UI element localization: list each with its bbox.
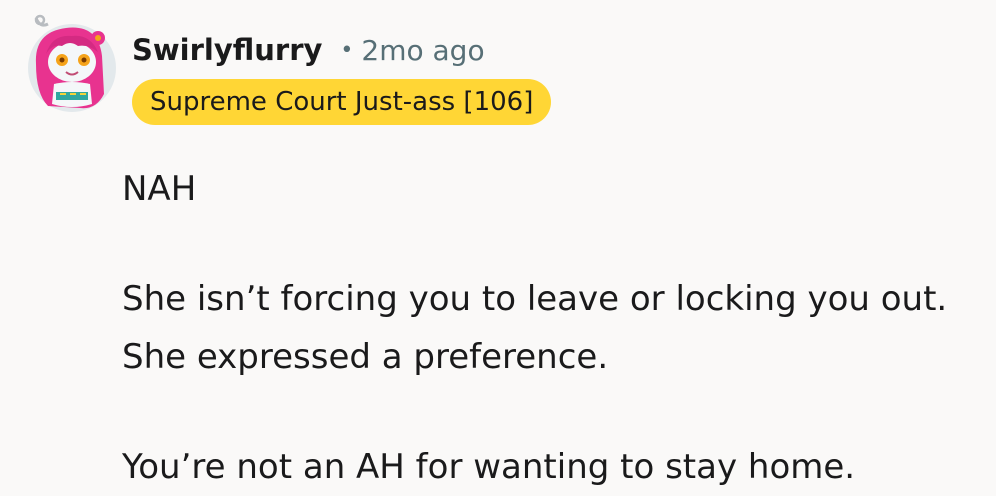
meta-separator: • <box>340 37 354 63</box>
comment-meta: Swirlyflurry • 2mo ago <box>132 28 485 72</box>
timestamp-link[interactable]: 2mo ago <box>361 34 484 67</box>
comment-body: NAH She isn’t forcing you to leave or lo… <box>122 160 972 496</box>
user-flair-badge: Supreme Court Just-ass [106] <box>132 79 552 125</box>
comment-paragraph: NAH <box>122 169 197 209</box>
comment-paragraph: She isn’t forcing you to leave or lockin… <box>122 279 948 377</box>
snoo-avatar-icon[interactable] <box>26 14 118 112</box>
comment: Swirlyflurry • 2mo ago Supreme Court Jus… <box>0 0 996 496</box>
comment-paragraph: You’re not an AH for wanting to stay hom… <box>122 447 856 487</box>
username-link[interactable]: Swirlyflurry <box>132 33 322 67</box>
